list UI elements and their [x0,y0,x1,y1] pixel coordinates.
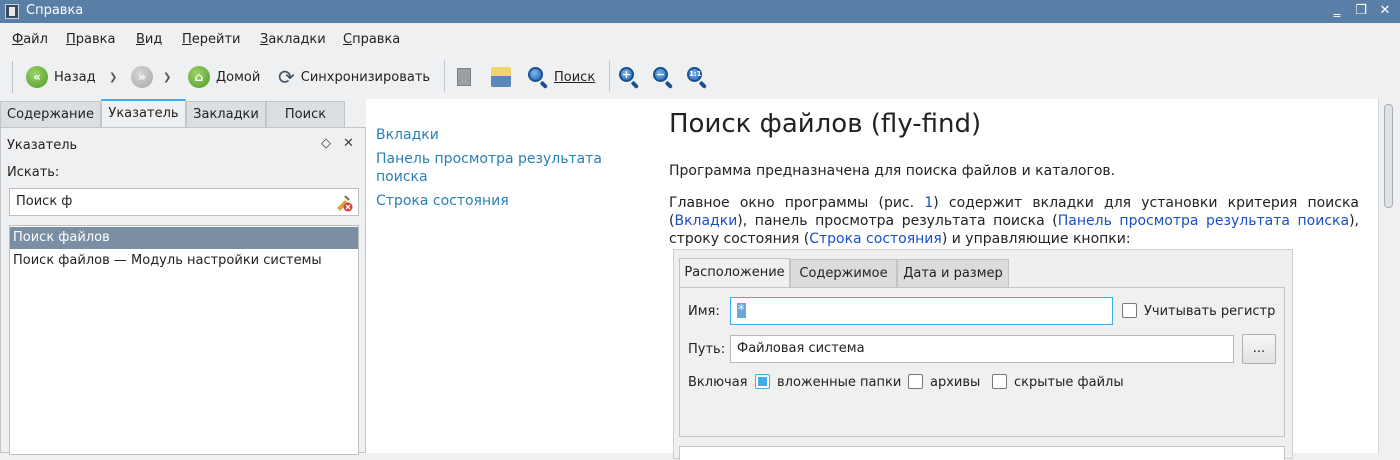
forward-button[interactable]: » [131,65,153,89]
menu-bar: Файл Правка Вид Перейти Закладки Справка [0,23,1400,55]
figure-screenshot: Расположение Содержимое Дата и размер Им… [673,249,1293,460]
back-history-dropdown[interactable]: ❯ [109,65,117,89]
include-label: Включая [688,375,748,390]
intro-paragraph: Программа предназначена для поиска файло… [669,163,1116,179]
chevron-down-icon: ❯ [163,71,172,83]
case-label: Учитывать регистр [1144,304,1276,319]
search-input[interactable]: Поиск ф [9,188,359,216]
link-tabs[interactable]: Вкладки [674,213,737,229]
menu-help[interactable]: Справка [343,32,400,47]
figure-link[interactable]: 1 [924,195,933,211]
menu-edit[interactable]: Правка [66,32,115,47]
tab-search[interactable]: Поиск [266,101,345,127]
zoom-in-button[interactable]: + [618,65,640,90]
menu-bookmarks[interactable]: Закладки [260,32,326,47]
list-item[interactable]: Поиск файлов — Модуль настройки системы [10,250,358,272]
browse-button: ... [1242,334,1276,364]
window-title: Справка [26,3,84,18]
figure-panel: Имя: * Учитывать регистр Путь: Файловая … [679,287,1285,437]
archives-checkbox [908,374,923,389]
zoom-out-button[interactable]: − [652,65,674,90]
copy-button[interactable] [457,65,471,89]
list-item[interactable]: Поиск файлов [10,227,358,249]
toolbar-grip[interactable] [12,61,14,93]
figure-tab-content: Содержимое [790,259,897,288]
archives-label: архивы [930,375,981,390]
path-label: Путь: [688,342,726,357]
minimize-icon[interactable]: ‗ [1328,2,1346,20]
toc-link-status-bar[interactable]: Строка состояния [376,192,626,210]
results-list: Поиск файлов Поиск файлов — Модуль настр… [9,225,359,455]
subfolders-label: вложенные папки [777,375,902,390]
chevron-down-icon: ❯ [109,71,118,83]
back-icon: « [26,66,48,88]
scrollbar-thumb[interactable] [1384,104,1393,208]
float-icon[interactable]: ◇ [321,136,331,151]
toc-link-results-panel[interactable]: Панель просмотра результата поиска [376,150,616,186]
home-icon: ⌂ [188,66,210,88]
name-label: Имя: [688,304,720,319]
search-icon [527,66,549,90]
link-results-panel[interactable]: Панель просмотра результата поиска [1058,213,1349,229]
close-panel-icon[interactable]: ✕ [343,136,354,151]
copy-icon [457,68,471,86]
zoom-out-icon: − [652,66,674,90]
zoom-reset-icon: 1:1 [686,66,708,90]
print-button[interactable] [491,65,511,89]
link-status-bar[interactable]: Строка состояния [809,231,942,247]
sync-button[interactable]: ⟳ Синхронизировать [278,65,430,89]
figure-tab-date-size: Дата и размер [897,259,1009,288]
toolbar-separator [444,60,445,92]
find-button[interactable]: Поиск [527,65,595,90]
case-checkbox [1122,303,1137,318]
tab-index[interactable]: Указатель [101,99,186,127]
app-icon [5,4,19,19]
menu-go[interactable]: Перейти [182,32,241,47]
panel-title: Указатель [7,138,78,153]
home-button[interactable]: ⌂ Домой [188,65,260,89]
hidden-files-checkbox [992,374,1007,389]
zoom-in-icon: + [618,66,640,90]
toolbar-separator [609,60,610,92]
zoom-reset-button[interactable]: 1:1 [686,65,708,90]
toc-link-tabs[interactable]: Вкладки [376,126,626,144]
back-button[interactable]: « Назад [26,65,96,89]
sync-icon: ⟳ [278,65,295,89]
vertical-scrollbar[interactable] [1378,99,1400,453]
figure-tab-location: Расположение [679,258,790,289]
tab-bookmarks[interactable]: Закладки [186,101,266,127]
description-paragraph: Главное окно программы (рис. 1) содержит… [669,195,1360,247]
search-label: Искать: [7,165,60,180]
figure-results-area [679,446,1285,460]
printer-icon [491,67,511,87]
clear-icon[interactable] [335,194,353,212]
navigation-tabs: Содержание Указатель Закладки Поиск [0,99,345,127]
page-title: Поиск файлов (fly-find) [669,109,982,139]
name-field: * [730,297,1113,325]
forward-icon: » [131,66,153,88]
path-field: Файловая система [730,335,1234,363]
help-content: Вкладки Панель просмотра результата поис… [366,99,1378,460]
menu-file[interactable]: Файл [12,32,48,47]
close-icon[interactable]: ✕ [1376,2,1394,20]
tab-contents[interactable]: Содержание [0,101,101,127]
menu-view[interactable]: Вид [136,32,162,47]
maximize-icon[interactable]: ❐ [1352,2,1370,20]
forward-history-dropdown[interactable]: ❯ [163,65,171,89]
subfolders-checkbox [755,374,770,389]
toolbar: « Назад ❯ » ❯ ⌂ Домой ⟳ Синхронизировать… [0,55,1400,99]
hidden-files-label: скрытые файлы [1014,375,1124,390]
index-panel: Указатель ◇ ✕ Искать: Поиск ф Поиск файл… [0,127,366,455]
title-bar: Справка ‗ ❐ ✕ [0,0,1400,23]
